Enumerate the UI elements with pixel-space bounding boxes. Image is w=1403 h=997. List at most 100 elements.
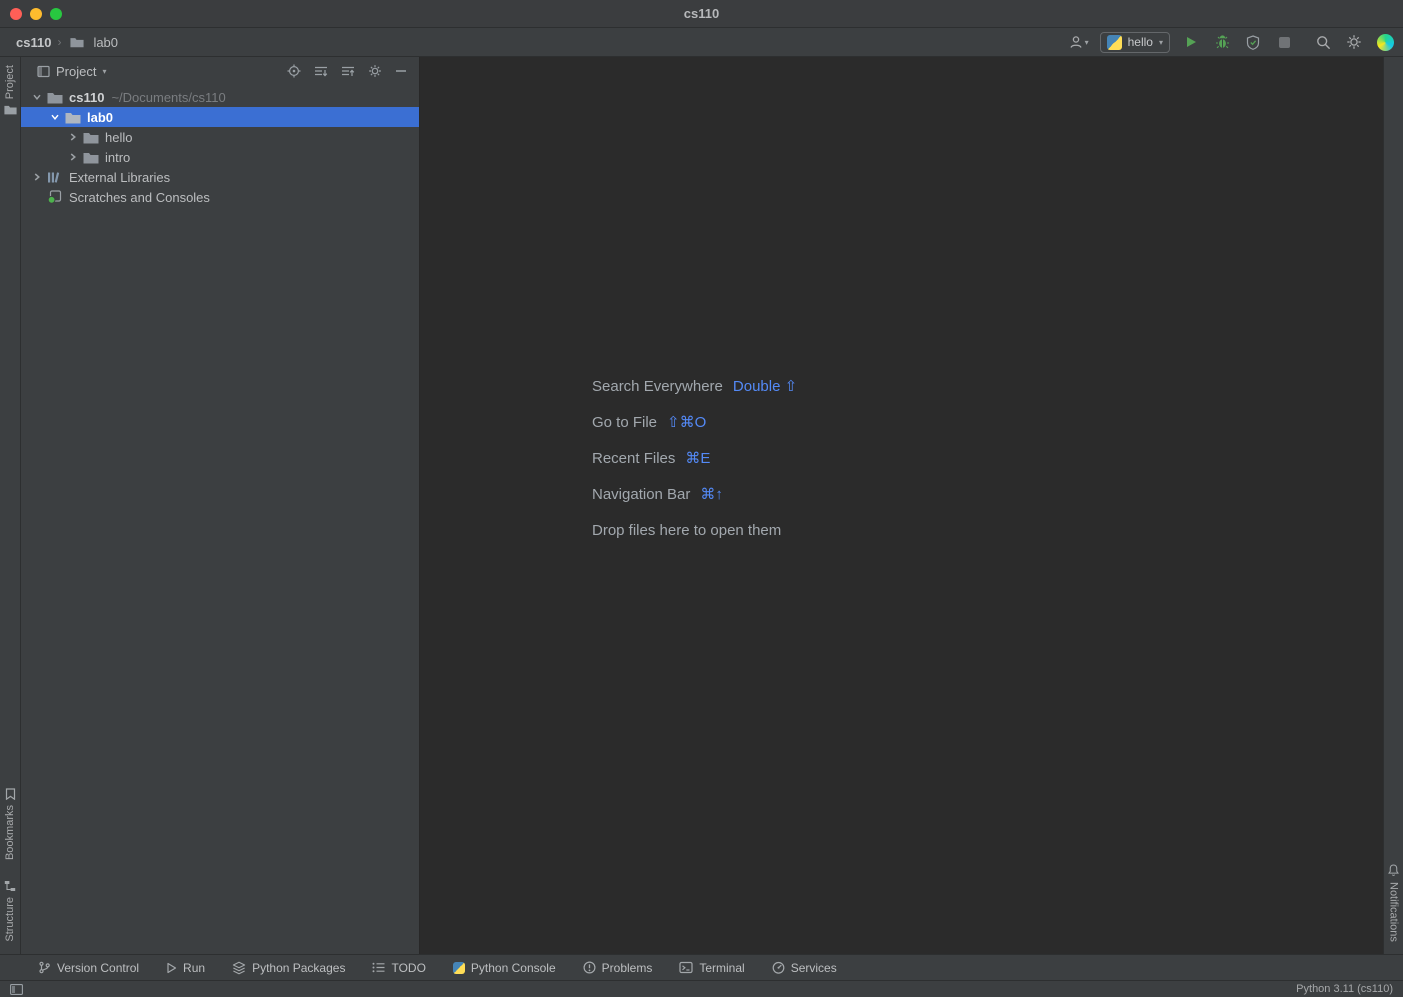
fullscreen-window-button[interactable] xyxy=(50,8,62,20)
toolwindow-label: Run xyxy=(183,961,205,975)
toolwindow-version-control[interactable]: Version Control xyxy=(38,961,139,975)
tree-item-scratches[interactable]: Scratches and Consoles xyxy=(21,187,419,207)
tree-item-intro[interactable]: intro xyxy=(21,147,419,167)
hint-shortcut: Double ⇧ xyxy=(733,377,797,395)
project-panel-header: Project ▾ xyxy=(21,57,419,85)
toolwindow-problems[interactable]: Problems xyxy=(583,961,653,975)
locate-file-target-icon[interactable] xyxy=(287,64,301,78)
editor-area[interactable]: Search Everywhere Double ⇧ Go to File ⇧⌘… xyxy=(420,57,1383,954)
hint-label: Navigation Bar xyxy=(592,486,690,503)
users-icon[interactable]: ▾ xyxy=(1069,31,1089,53)
toolwindow-run[interactable]: Run xyxy=(166,961,205,975)
toolwindow-label: Terminal xyxy=(699,961,744,975)
close-window-button[interactable] xyxy=(10,8,22,20)
problems-icon xyxy=(583,961,596,974)
tree-item-hello[interactable]: hello xyxy=(21,127,419,147)
left-toolwindow-stripe: Project Bookmarks Structure xyxy=(0,57,21,954)
window-title: cs110 xyxy=(684,6,719,21)
expand-all-icon[interactable] xyxy=(314,65,328,78)
chevron-right-icon[interactable] xyxy=(65,152,81,162)
folder-icon xyxy=(83,131,100,144)
status-bar: Python 3.11 (cs110) xyxy=(0,980,1403,997)
chevron-down-icon: ▾ xyxy=(1085,38,1089,47)
project-panel: Project ▾ xyxy=(21,57,420,954)
tree-item-lab0[interactable]: lab0 xyxy=(21,107,419,127)
toolwindow-label: TODO xyxy=(391,961,425,975)
chevron-down-icon[interactable]: ▾ xyxy=(102,67,106,76)
toolwindow-label: Version Control xyxy=(57,961,139,975)
toolwindow-todo[interactable]: TODO xyxy=(372,961,425,975)
right-toolwindow-stripe: Notifications xyxy=(1383,57,1403,954)
run-button[interactable] xyxy=(1181,31,1201,53)
scratches-icon xyxy=(47,190,64,204)
python-interpreter-status[interactable]: Python 3.11 (cs110) xyxy=(1296,983,1393,995)
tree-item-external-libraries[interactable]: External Libraries xyxy=(21,167,419,187)
minimize-window-button[interactable] xyxy=(30,8,42,20)
hint-go-to-file: Go to File ⇧⌘O xyxy=(592,411,797,433)
right-stripe-bottom: Notifications xyxy=(1387,863,1400,942)
coverage-icon[interactable] xyxy=(1243,31,1263,53)
settings-gear-icon[interactable] xyxy=(1344,31,1364,53)
chevron-down-icon[interactable] xyxy=(29,92,45,102)
run-configuration-select[interactable]: hello ▾ xyxy=(1100,32,1170,53)
folder-icon xyxy=(47,91,64,104)
tree-item-cs110[interactable]: cs110 ~/Documents/cs110 xyxy=(21,87,419,107)
tree-item-label: External Libraries xyxy=(69,170,170,185)
breadcrumb-separator-icon: › xyxy=(57,35,61,49)
breadcrumb-folder[interactable]: lab0 xyxy=(93,35,118,50)
editor-shortcut-hints: Search Everywhere Double ⇧ Go to File ⇧⌘… xyxy=(592,375,797,541)
todo-list-icon xyxy=(372,962,385,973)
pycharm-window: cs110 cs110 › lab0 ▾ hello ▾ xyxy=(0,0,1403,997)
toolwindow-label: Services xyxy=(791,961,837,975)
hint-shortcut: ⌘↑ xyxy=(700,485,723,503)
folder-icon xyxy=(67,31,87,53)
tree-item-label: cs110 xyxy=(69,90,104,105)
pycharm-logo-icon[interactable] xyxy=(1375,31,1395,53)
toolwindow-button-bookmarks[interactable]: Bookmarks xyxy=(4,788,16,860)
play-outline-icon xyxy=(166,962,177,974)
chevron-down-icon[interactable] xyxy=(47,112,63,122)
packages-icon xyxy=(232,961,246,975)
branch-icon xyxy=(38,961,51,974)
hint-search-everywhere: Search Everywhere Double ⇧ xyxy=(592,375,797,397)
services-icon xyxy=(772,961,785,974)
bookmarks-stripe-label: Bookmarks xyxy=(4,805,16,860)
toolwindow-button-project[interactable]: Project xyxy=(4,65,17,115)
breadcrumb-project[interactable]: cs110 xyxy=(16,35,51,50)
toolwindow-services[interactable]: Services xyxy=(772,961,837,975)
window-controls xyxy=(10,8,62,20)
toolwindow-button-notifications[interactable]: Notifications xyxy=(1387,863,1400,942)
debug-bug-icon[interactable] xyxy=(1212,31,1232,53)
stop-button xyxy=(1274,31,1294,53)
toolwindow-toggle-icon[interactable] xyxy=(10,984,23,995)
panel-settings-gear-icon[interactable] xyxy=(368,64,382,78)
panel-header-icons xyxy=(287,64,407,78)
hide-panel-icon[interactable] xyxy=(395,69,407,73)
toolwindow-python-console[interactable]: Python Console xyxy=(453,961,556,975)
toolwindow-terminal[interactable]: Terminal xyxy=(679,961,744,975)
libraries-icon xyxy=(47,171,64,184)
chevron-right-icon[interactable] xyxy=(65,132,81,142)
project-toolwindow-icon xyxy=(37,65,50,78)
toolwindow-button-structure[interactable]: Structure xyxy=(4,880,16,942)
tree-item-path: ~/Documents/cs110 xyxy=(111,90,225,105)
hint-label: Recent Files xyxy=(592,450,675,467)
hint-recent-files: Recent Files ⌘E xyxy=(592,447,797,469)
hint-label: Go to File xyxy=(592,414,657,431)
search-icon[interactable] xyxy=(1313,31,1333,53)
project-folder-icon xyxy=(4,104,17,115)
project-tree: cs110 ~/Documents/cs110 lab0 xyxy=(21,85,419,207)
project-panel-title[interactable]: Project xyxy=(56,64,96,79)
collapse-all-icon[interactable] xyxy=(341,65,355,78)
tree-item-label: lab0 xyxy=(87,110,113,125)
tree-item-label: intro xyxy=(105,150,130,165)
run-toolbar: ▾ hello ▾ xyxy=(1069,31,1395,53)
hint-shortcut: ⇧⌘O xyxy=(667,413,706,431)
toolwindow-python-packages[interactable]: Python Packages xyxy=(232,961,345,975)
hint-label: Search Everywhere xyxy=(592,378,723,395)
hint-drop-files: Drop files here to open them xyxy=(592,519,797,541)
chevron-right-icon[interactable] xyxy=(29,172,45,182)
project-stripe-label: Project xyxy=(4,65,16,99)
terminal-icon xyxy=(679,961,693,974)
hint-navigation-bar: Navigation Bar ⌘↑ xyxy=(592,483,797,505)
